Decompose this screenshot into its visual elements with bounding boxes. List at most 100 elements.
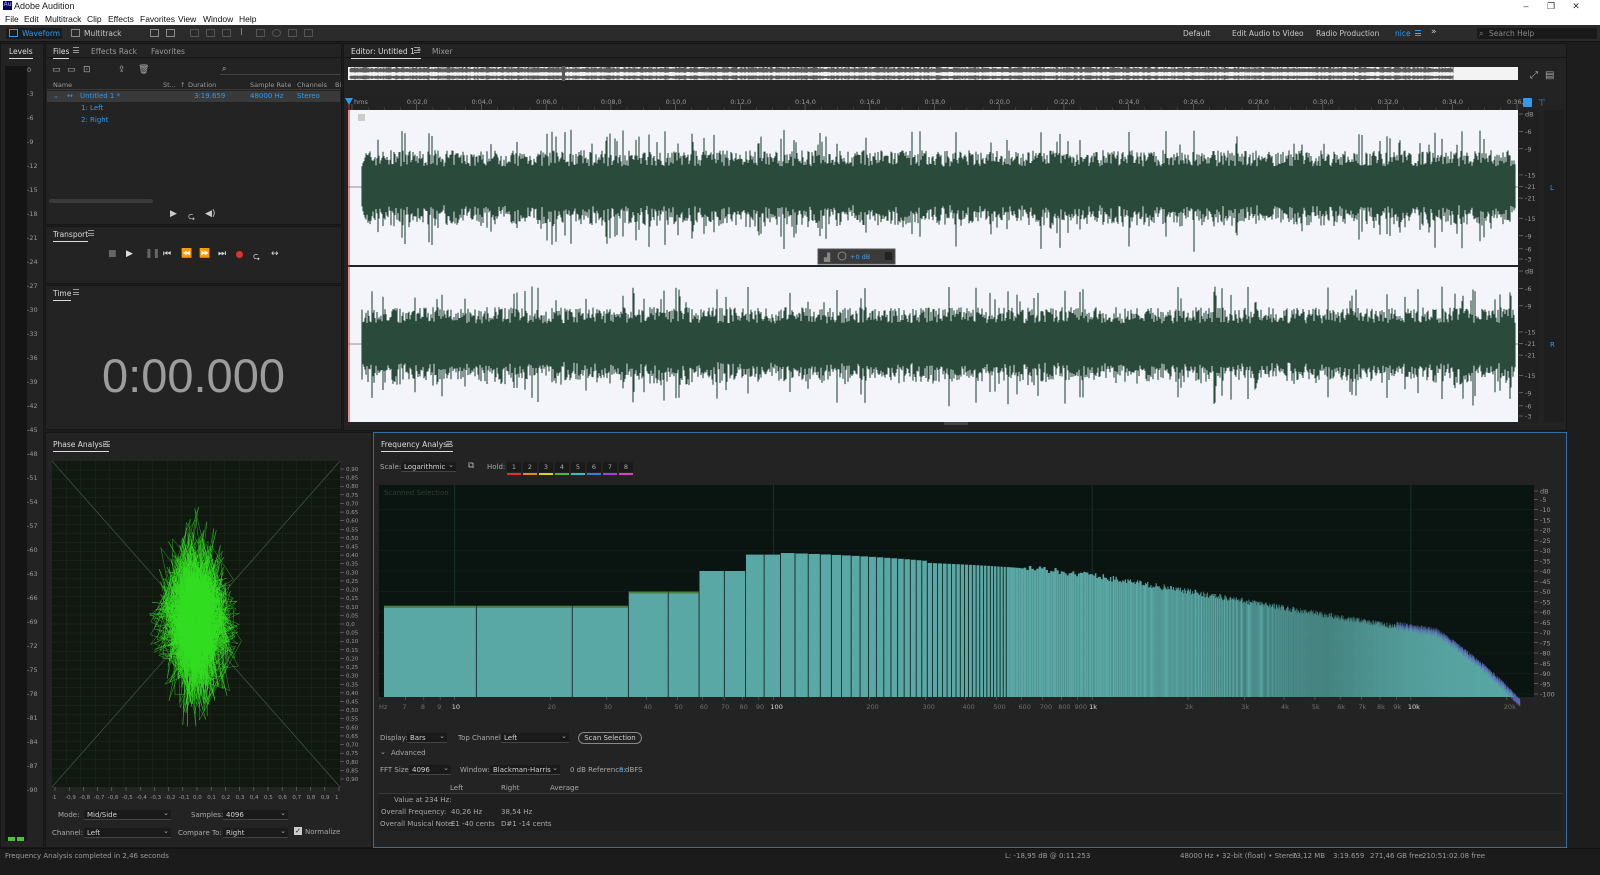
razor-tool-icon[interactable] [206, 29, 215, 37]
zoom-vertical-icon[interactable] [1523, 98, 1532, 107]
frequency-analysis-title[interactable]: Frequency Analysis [381, 440, 454, 452]
minimize-button[interactable]: – [1515, 0, 1537, 12]
open-file-icon[interactable]: ▭ [52, 65, 61, 75]
tab-editor[interactable]: Editor: Untitled 1 * [351, 47, 421, 59]
tab-favorites[interactable]: Favorites [151, 47, 185, 56]
col-duration[interactable]: Duration [188, 81, 216, 89]
samples-dropdown[interactable]: 4096 [223, 808, 288, 820]
db-reference-value[interactable]: 0 [619, 766, 623, 774]
channel-dropdown[interactable]: Left [84, 826, 171, 838]
menu-multitrack[interactable]: Multitrack [45, 14, 81, 24]
top-channel-dropdown[interactable]: Left [501, 731, 569, 743]
file-channel-row[interactable]: 1: Left [47, 103, 340, 114]
go-to-end-icon[interactable]: ⏭ [218, 249, 226, 259]
fft-size-dropdown[interactable]: 4096 [409, 763, 451, 775]
scale-dropdown[interactable]: Logarithmic [401, 460, 456, 472]
time-title[interactable]: Time [53, 289, 72, 301]
col-sample-rate[interactable]: Sample Rate [250, 81, 291, 89]
menu-effects[interactable]: Effects [108, 14, 134, 24]
move-tool-icon[interactable] [190, 29, 199, 37]
hold-button-1[interactable]: 1 [507, 462, 521, 472]
go-to-start-icon[interactable]: ⏮ [163, 249, 171, 259]
phase-menu-icon[interactable] [104, 441, 110, 447]
overview-menu-icon[interactable]: ▤ [1545, 70, 1554, 81]
multitrack-view-button[interactable]: Multitrack [68, 28, 126, 39]
spot-healing-tool-icon[interactable] [304, 29, 313, 37]
overview-playhead[interactable] [562, 66, 565, 81]
file-row[interactable]: ⌄ ↔ Untitled 1 * 3:19.659 48000 Hz Stere… [47, 91, 340, 102]
normalize-checkbox[interactable]: ✓ [294, 827, 302, 835]
workspace-edit-audio-to-video[interactable]: Edit Audio to Video [1232, 29, 1304, 38]
more-workspaces-icon[interactable]: » [1431, 27, 1437, 37]
phase-analysis-title[interactable]: Phase Analysis [53, 440, 109, 452]
col-status[interactable]: St... [163, 81, 176, 89]
spectral-display-icon[interactable] [150, 29, 159, 37]
editor-menu-icon[interactable] [414, 47, 420, 53]
files-menu-icon[interactable] [73, 47, 79, 53]
insert-into-multitrack-icon[interactable]: ⇪ [118, 65, 126, 75]
rewind-icon[interactable]: ⏪ [181, 249, 192, 259]
hold-button-7[interactable]: 7 [603, 462, 617, 472]
tab-mixer[interactable]: Mixer [432, 47, 452, 56]
scan-selection-button[interactable]: Scan Selection [578, 732, 642, 744]
trash-icon[interactable]: 🗑 [138, 65, 149, 75]
compare-to-dropdown[interactable]: Right [223, 826, 288, 838]
time-selection-tool-icon[interactable]: I [240, 27, 243, 38]
close-button[interactable]: ✕ [1565, 0, 1587, 12]
play-icon[interactable]: ▶ [126, 249, 133, 259]
preview-play-icon[interactable]: ▶ [170, 209, 177, 219]
lasso-tool-icon[interactable] [272, 29, 281, 37]
freq-menu-icon[interactable] [446, 441, 452, 447]
new-file-icon[interactable]: ⊡ [83, 65, 91, 75]
preview-volume-icon[interactable]: ◀) [205, 209, 215, 219]
menu-file[interactable]: File [5, 14, 19, 24]
advanced-collapse-icon[interactable]: ⌄ [380, 748, 386, 756]
preview-loop-icon[interactable]: ⮎ [188, 209, 195, 225]
menu-help[interactable]: Help [239, 14, 256, 24]
files-horizontal-scrollbar[interactable] [49, 199, 153, 203]
transport-menu-icon[interactable] [88, 230, 94, 236]
record-icon[interactable] [236, 251, 243, 258]
stop-icon[interactable]: ■ [108, 249, 117, 259]
brush-tool-icon[interactable] [288, 29, 297, 37]
editor-canvas[interactable]: ⤢ ▤ hms 0:02,0 0:04,0 0:06,0 0:08,0 0:10,0 0:1… [344, 59, 1568, 432]
advanced-label[interactable]: Advanced [391, 749, 426, 757]
window-dropdown[interactable]: Blackman-Harris [490, 763, 560, 775]
zoom-to-fit-icon[interactable]: ⤢ [1530, 70, 1538, 81]
hold-button-6[interactable]: 6 [587, 462, 601, 472]
hold-button-4[interactable]: 4 [555, 462, 569, 472]
col-channels[interactable]: Channels [297, 81, 327, 89]
channel-right-toggle[interactable]: R [1550, 341, 1555, 349]
col-bits[interactable]: Bi [335, 81, 341, 89]
menu-favorites[interactable]: Favorites [140, 14, 175, 24]
files-search-input[interactable]: ⌕ [220, 64, 340, 75]
display-dropdown[interactable]: Bars [407, 731, 447, 743]
fast-forward-icon[interactable]: ⏩ [199, 249, 210, 259]
frequency-analysis-options-icon[interactable]: ⧉ [468, 461, 474, 471]
mode-dropdown[interactable]: Mid/Side [84, 808, 171, 820]
workspace-default[interactable]: Default [1183, 29, 1210, 38]
maximize-button[interactable]: ❐ [1540, 0, 1562, 12]
skip-selection-icon[interactable]: ↔ [271, 249, 279, 259]
workspace-radio-production[interactable]: Radio Production [1316, 29, 1379, 38]
pitch-display-icon[interactable] [166, 29, 175, 37]
pin-ruler-icon[interactable]: ⊤ [1538, 99, 1546, 109]
workspace-nice[interactable]: nice [1395, 29, 1411, 38]
horizontal-scroll-handle[interactable] [944, 422, 968, 425]
search-help-input[interactable]: ⌕ Search Help [1477, 28, 1597, 39]
import-file-icon[interactable]: ▭ [67, 65, 76, 75]
transport-title[interactable]: Transport [53, 230, 89, 242]
marquee-tool-icon[interactable] [256, 29, 265, 37]
menu-clip[interactable]: Clip [87, 14, 102, 24]
workspace-menu-icon[interactable] [1415, 30, 1421, 36]
menu-view[interactable]: View [178, 14, 196, 24]
hold-button-3[interactable]: 3 [539, 462, 553, 472]
waveform-view-button[interactable]: Waveform [6, 28, 62, 39]
pause-icon[interactable]: ❚❚ [145, 249, 160, 259]
expand-icon[interactable]: ⌄ [53, 92, 59, 100]
clip-gain-icon[interactable] [358, 114, 365, 121]
hold-button-8[interactable]: 8 [619, 462, 633, 472]
levels-title[interactable]: Levels [9, 47, 33, 59]
time-menu-icon[interactable] [73, 289, 79, 295]
tab-effects-rack[interactable]: Effects Rack [91, 47, 137, 56]
